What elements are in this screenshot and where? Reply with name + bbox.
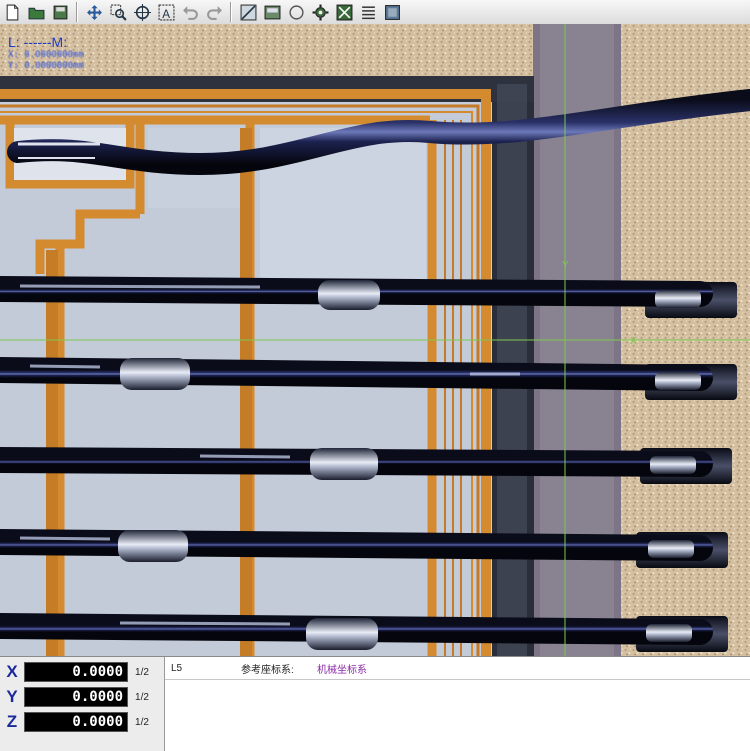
settings-gear-icon[interactable] bbox=[310, 2, 330, 22]
coord-y-readout: Y: 0.0000000mm bbox=[8, 61, 84, 71]
dro-z-half-button[interactable]: 1/2 bbox=[128, 717, 156, 728]
image-panel-icon[interactable] bbox=[262, 2, 282, 22]
coord-x-readout: X: 0.0000000mm bbox=[8, 50, 84, 60]
dro-x-axis-label: X bbox=[6, 662, 18, 681]
length-label: L: ------M: bbox=[8, 34, 68, 50]
measurement-overlay: L: ------M: X: 0.0000000mm Y: 0.0000000m… bbox=[8, 34, 84, 72]
zoom-window-icon[interactable] bbox=[108, 2, 128, 22]
dro-y-value: 0.0000 bbox=[24, 687, 128, 707]
dro-x-row: X 0.0000 1/2 bbox=[0, 661, 164, 683]
reference-system-label: 参考座标系: bbox=[241, 664, 294, 676]
svg-text:A: A bbox=[162, 7, 170, 20]
dro-x-value: 0.0000 bbox=[24, 662, 128, 682]
list-icon[interactable] bbox=[358, 2, 378, 22]
move-icon[interactable] bbox=[84, 2, 104, 22]
auto-text-icon[interactable]: A bbox=[156, 2, 176, 22]
crosshair-x-label: X bbox=[630, 336, 637, 347]
toolbar: A bbox=[0, 0, 750, 25]
microscope-image bbox=[0, 24, 750, 656]
crosshair-icon[interactable] bbox=[132, 2, 152, 22]
element-name: L5 bbox=[171, 662, 183, 674]
edge-detect-icon[interactable] bbox=[238, 2, 258, 22]
toolbar-separator bbox=[230, 2, 232, 22]
element-info-panel: L5 参考座标系: 机械坐标系 bbox=[164, 657, 750, 751]
fit-window-icon[interactable] bbox=[334, 2, 354, 22]
frame-icon[interactable] bbox=[382, 2, 402, 22]
dro-z-axis-label: Z bbox=[6, 712, 18, 731]
dro-x-half-button[interactable]: 1/2 bbox=[128, 667, 156, 678]
element-info-header: L5 参考座标系: 机械坐标系 bbox=[165, 657, 750, 680]
toolbar-separator bbox=[76, 2, 78, 22]
dro-y-axis-label: Y bbox=[6, 687, 18, 706]
dro-z-value: 0.0000 bbox=[24, 712, 128, 732]
redo-icon[interactable] bbox=[204, 2, 224, 22]
camera-image-view[interactable]: L: ------M: X: 0.0000000mm Y: 0.0000000m… bbox=[0, 24, 750, 656]
dro-y-row: Y 0.0000 1/2 bbox=[0, 686, 164, 708]
dro-y-half-button[interactable]: 1/2 bbox=[128, 692, 156, 703]
new-file-icon[interactable] bbox=[2, 2, 22, 22]
status-panel: X 0.0000 1/2 Y 0.0000 1/2 Z 0.0000 1/2 L… bbox=[0, 656, 750, 751]
circle-tool-icon[interactable] bbox=[286, 2, 306, 22]
dro-z-row: Z 0.0000 1/2 bbox=[0, 711, 164, 733]
undo-icon[interactable] bbox=[180, 2, 200, 22]
crosshair-y-label: Y bbox=[562, 260, 569, 271]
save-icon[interactable] bbox=[50, 2, 70, 22]
reference-system-value[interactable]: 机械坐标系 bbox=[317, 661, 367, 676]
open-folder-icon[interactable] bbox=[26, 2, 46, 22]
